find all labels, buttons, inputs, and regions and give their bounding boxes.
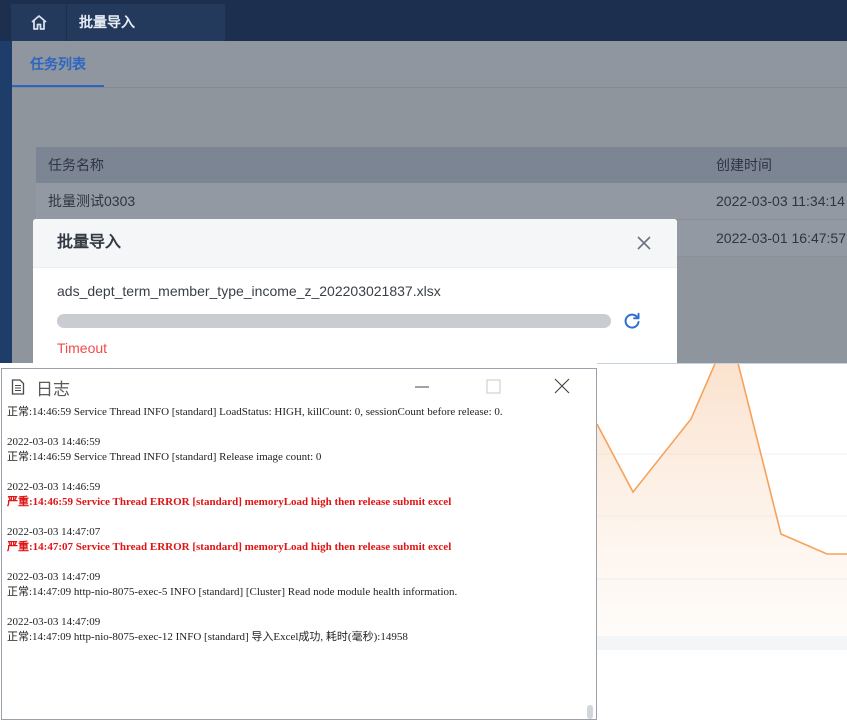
- chart-axis-band: [597, 636, 847, 650]
- log-window-title: 日志: [36, 380, 70, 399]
- log-timestamp: 2022-03-03 14:47:09: [7, 616, 101, 628]
- log-entry: 2022-03-03 14:47:09 正常:14:47:09 http-nio-…: [7, 615, 582, 645]
- log-message: 正常:14:46:59 Service Thread INFO [standar…: [7, 451, 322, 463]
- log-entry: 2022-03-03 14:47:07 严重:14:47:07 Service T…: [7, 525, 582, 555]
- top-navbar: 批量导入: [0, 0, 847, 41]
- log-titlebar[interactable]: 日志: [2, 369, 596, 405]
- subtab-bar: 任务列表: [12, 41, 847, 88]
- series-area: [597, 364, 847, 636]
- status-text: Timeout: [57, 340, 108, 356]
- dialog-title: 批量导入: [57, 234, 122, 251]
- log-content[interactable]: 正常:14:46:59 Service Thread INFO [standar…: [2, 405, 596, 719]
- table-header: 任务名称 创建时间: [36, 147, 847, 183]
- window-close-icon[interactable]: [547, 375, 577, 399]
- scrollbar-thumb[interactable]: [587, 705, 593, 719]
- log-timestamp: 2022-03-03 14:47:09: [7, 571, 101, 583]
- header-created-time: 创建时间: [716, 157, 772, 173]
- refresh-icon[interactable]: [622, 311, 642, 331]
- log-entry: 2022-03-03 14:47:09 正常:14:47:09 http-nio-…: [7, 570, 582, 600]
- log-message: 正常:14:46:59 Service Thread INFO [standar…: [7, 406, 503, 418]
- log-message: 严重:14:46:59 Service Thread ERROR [standa…: [7, 496, 452, 508]
- table-row[interactable]: 批量测试0303 2022-03-03 11:34:14: [36, 183, 847, 220]
- home-icon: [30, 15, 47, 30]
- log-message: 正常:14:47:09 http-nio-8075-exec-5 INFO [s…: [7, 586, 458, 598]
- created-time-cell: 2022-03-01 16:47:57: [716, 230, 846, 246]
- header-task-name: 任务名称: [48, 157, 104, 173]
- log-timestamp: 2022-03-03 14:46:59: [7, 436, 101, 448]
- log-timestamp: 2022-03-03 14:46:59: [7, 481, 101, 493]
- log-entry: 正常:14:46:59 Service Thread INFO [standar…: [7, 405, 582, 420]
- log-message: 严重:14:47:07 Service Thread ERROR [standa…: [7, 541, 452, 553]
- upload-progress-bar: [57, 314, 611, 328]
- log-timestamp: 2022-03-03 14:47:07: [7, 526, 101, 538]
- tab-batch-import[interactable]: 批量导入: [67, 4, 225, 41]
- task-name-cell: 批量测试0303: [48, 193, 136, 209]
- tab-task-list[interactable]: 任务列表: [12, 41, 104, 87]
- file-name: ads_dept_term_member_type_income_z_20220…: [57, 283, 441, 299]
- log-entry: 2022-03-03 14:46:59 正常:14:46:59 Service T…: [7, 435, 582, 465]
- log-entries: 正常:14:46:59 Service Thread INFO [standar…: [7, 405, 582, 660]
- app-background: 批量导入 任务列表 任务名称 创建时间 批量测试0303 2022-03-03 …: [0, 0, 847, 363]
- minimize-icon[interactable]: [407, 375, 437, 399]
- progress-fill: [57, 314, 611, 328]
- close-icon[interactable]: [637, 236, 651, 250]
- document-icon: [11, 379, 25, 395]
- home-button[interactable]: [11, 4, 66, 41]
- created-time-cell: 2022-03-03 11:34:14: [716, 193, 845, 209]
- dialog-header: 批量导入: [33, 219, 677, 268]
- maximize-icon[interactable]: [478, 375, 508, 399]
- log-message: 正常:14:47:09 http-nio-8075-exec-12 INFO […: [7, 631, 408, 643]
- batch-import-dialog: 批量导入 ads_dept_term_member_type_income_z_…: [33, 219, 677, 363]
- background-chart: [597, 363, 847, 720]
- log-window: 日志 正常:14:46:59 Service Thread INFO [stan…: [1, 368, 597, 720]
- log-entry: 2022-03-03 14:46:59 严重:14:46:59 Service T…: [7, 480, 582, 510]
